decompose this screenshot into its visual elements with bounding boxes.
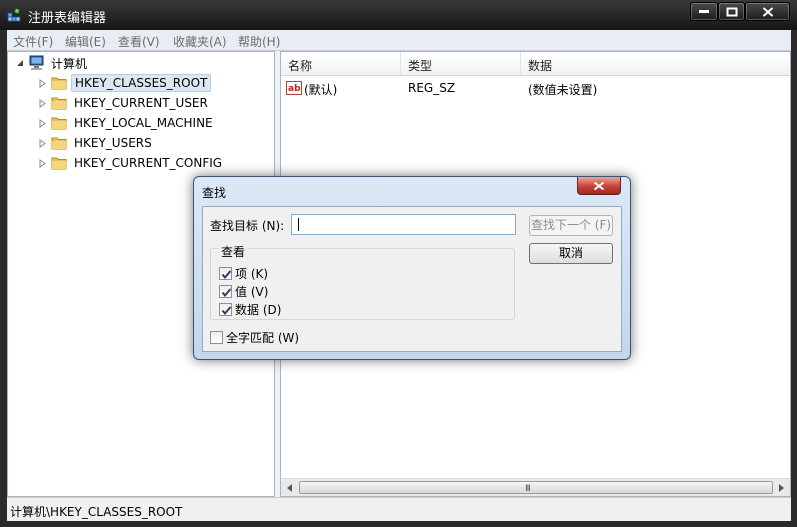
- values-label: 值 (V): [235, 285, 269, 299]
- find-next-button[interactable]: 查找下一个 (F): [529, 215, 613, 236]
- values-checkbox[interactable]: [219, 285, 232, 298]
- folder-icon: [51, 137, 67, 150]
- collapse-arrow-icon[interactable]: [16, 59, 25, 68]
- scroll-right-icon[interactable]: [775, 482, 787, 494]
- value-name: (默认): [304, 83, 338, 97]
- title-bar[interactable]: 注册表编辑器: [0, 0, 797, 30]
- cancel-button[interactable]: 取消: [529, 243, 613, 264]
- value-data: (数值未设置): [528, 83, 598, 97]
- option-data[interactable]: 数据 (D): [219, 301, 281, 318]
- close-icon: [593, 181, 605, 190]
- look-at-title: 查看: [219, 243, 248, 260]
- list-header: 名称 类型 数据: [281, 52, 790, 76]
- close-button[interactable]: [745, 2, 790, 21]
- data-checkbox[interactable]: [219, 303, 232, 316]
- expand-arrow-icon[interactable]: [38, 78, 47, 88]
- close-icon: [762, 6, 773, 17]
- computer-icon: [29, 55, 44, 70]
- option-keys[interactable]: 项 (K): [219, 265, 268, 282]
- dialog-close-button[interactable]: [577, 177, 621, 195]
- svg-text:ab: ab: [288, 84, 301, 94]
- folder-icon: [51, 97, 67, 110]
- scroll-grip: III: [525, 484, 531, 494]
- registry-editor-icon: [7, 7, 21, 22]
- expand-arrow-icon[interactable]: [38, 158, 47, 168]
- keys-label: 项 (K): [235, 267, 269, 281]
- tree-label-hkcc: HKEY_CURRENT_CONFIG: [74, 156, 223, 170]
- horizontal-scrollbar[interactable]: III: [281, 478, 790, 496]
- find-target-label: 查找目标 (N):: [210, 219, 285, 233]
- tree-node-hku[interactable]: HKEY_USERS: [38, 133, 155, 153]
- status-path: 计算机\HKEY_CLASSES_ROOT: [10, 505, 183, 519]
- menu-favorites[interactable]: 收藏夹(A): [173, 33, 227, 50]
- column-divider[interactable]: [520, 52, 521, 75]
- expand-arrow-icon[interactable]: [38, 118, 47, 128]
- tree-node-hkcu[interactable]: HKEY_CURRENT_USER: [38, 93, 211, 113]
- status-bar: 计算机\HKEY_CLASSES_ROOT: [7, 497, 791, 521]
- match-whole-checkbox[interactable]: [210, 331, 223, 344]
- tree-node-computer[interactable]: 计算机: [16, 53, 90, 73]
- column-header-type[interactable]: 类型: [408, 57, 432, 74]
- dialog-title: 查找: [202, 186, 227, 200]
- maximize-icon: [726, 7, 737, 16]
- table-row[interactable]: ab (默认) REG_SZ (数值未设置): [281, 77, 790, 99]
- find-dialog: 查找 查找目标 (N): 查找下一个 (F) 取消 查看 项 (K) 值 (V): [193, 176, 631, 360]
- checkmark-icon: [221, 270, 232, 280]
- tree-node-hklm[interactable]: HKEY_LOCAL_MACHINE: [38, 113, 216, 133]
- dialog-body: 查找目标 (N): 查找下一个 (F) 取消 查看 项 (K) 值 (V) 数据…: [202, 206, 622, 352]
- scroll-left-icon[interactable]: [284, 482, 296, 494]
- folder-icon: [51, 77, 67, 90]
- text-caret: [298, 218, 299, 231]
- keys-checkbox[interactable]: [219, 267, 232, 280]
- tree-label-hkcu: HKEY_CURRENT_USER: [74, 96, 208, 110]
- tree-label-hklm: HKEY_LOCAL_MACHINE: [74, 116, 213, 130]
- data-label: 数据 (D): [235, 303, 282, 317]
- tree-label-hku: HKEY_USERS: [74, 136, 152, 150]
- column-divider[interactable]: [400, 52, 401, 75]
- column-header-name[interactable]: 名称: [288, 57, 312, 74]
- value-type: REG_SZ: [408, 81, 456, 95]
- minimize-button[interactable]: [690, 2, 718, 21]
- menu-view[interactable]: 查看(V): [118, 33, 160, 50]
- checkmark-icon: [221, 306, 232, 316]
- match-whole-label: 全字匹配 (W): [226, 331, 300, 345]
- folder-icon: [51, 117, 67, 130]
- tree-node-hkcc[interactable]: HKEY_CURRENT_CONFIG: [38, 153, 225, 173]
- menu-edit[interactable]: 编辑(E): [65, 33, 106, 50]
- option-match-whole[interactable]: 全字匹配 (W): [210, 329, 299, 346]
- option-values[interactable]: 值 (V): [219, 283, 268, 300]
- find-target-input[interactable]: [291, 214, 516, 235]
- expand-arrow-icon[interactable]: [38, 138, 47, 148]
- checkmark-icon: [221, 288, 232, 298]
- menu-help[interactable]: 帮助(H): [238, 33, 280, 50]
- column-header-data[interactable]: 数据: [528, 57, 552, 74]
- tree-root-label: 计算机: [51, 56, 88, 71]
- folder-icon: [51, 157, 67, 170]
- menu-bar: 文件(F) 编辑(E) 查看(V) 收藏夹(A) 帮助(H): [7, 30, 791, 51]
- string-value-icon: ab: [286, 81, 302, 95]
- minimize-icon: [699, 9, 709, 13]
- window-title: 注册表编辑器: [28, 11, 107, 26]
- tree-node-hkcr[interactable]: HKEY_CLASSES_ROOT: [38, 73, 212, 93]
- expand-arrow-icon[interactable]: [38, 98, 47, 108]
- maximize-button[interactable]: [718, 2, 745, 21]
- menu-file[interactable]: 文件(F): [13, 33, 53, 50]
- tree-label-hkcr: HKEY_CLASSES_ROOT: [71, 74, 212, 92]
- scroll-thumb[interactable]: III: [299, 481, 773, 494]
